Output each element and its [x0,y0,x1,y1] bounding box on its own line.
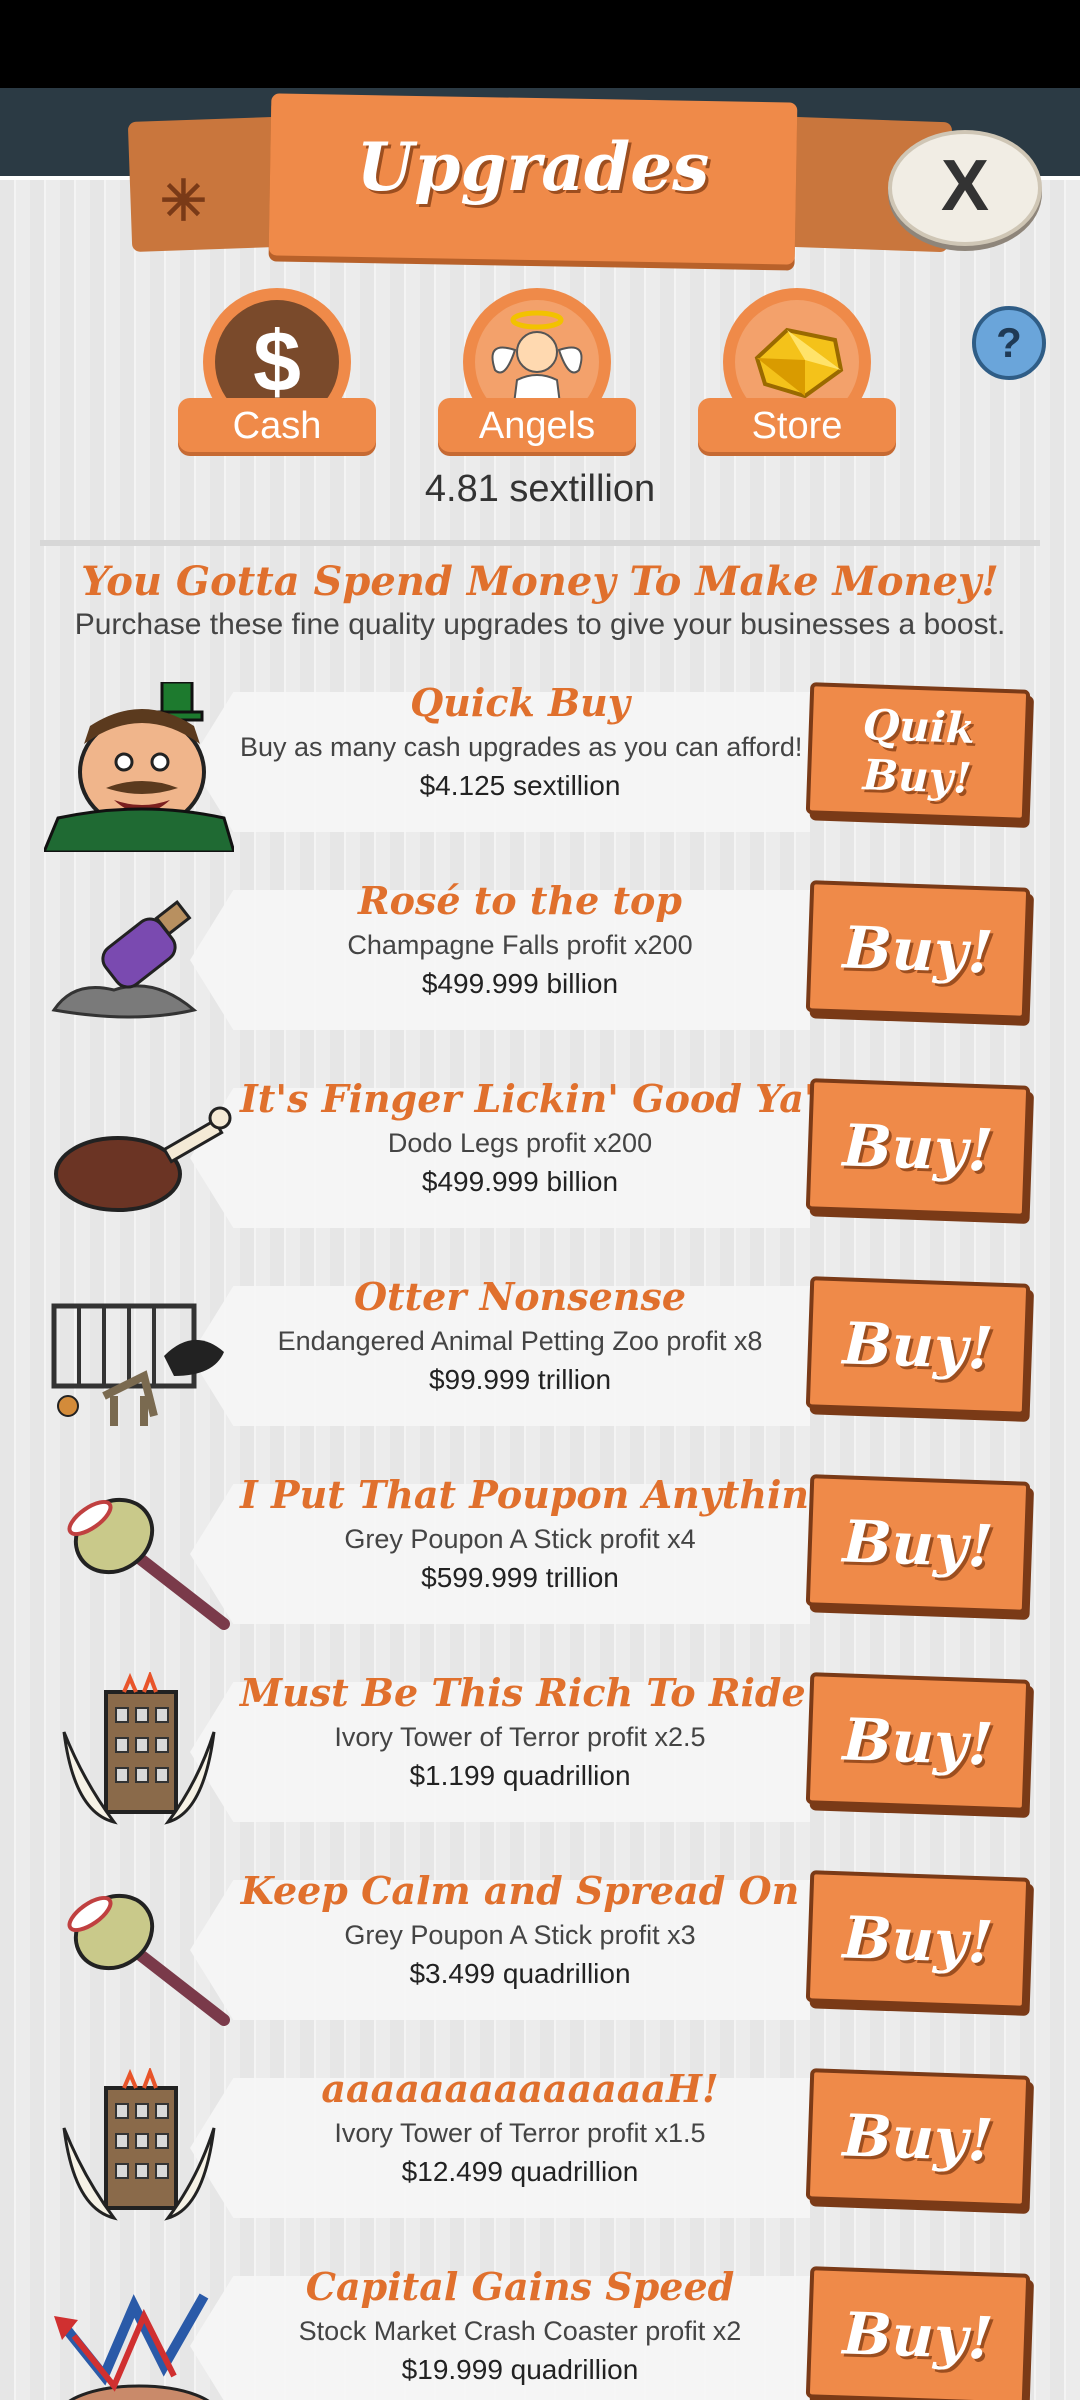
ivory-tower-icon [44,1670,234,1832]
buy-button[interactable]: Buy! [805,880,1031,1020]
upgrade-name: Must Be This Rich To Ride [240,1670,806,1715]
section-subline: Purchase these fine quality upgrades to … [74,608,1006,641]
upgrade-description: Grey Poupon A Stick profit x4 [344,1524,696,1554]
upgrade-name: Rosé to the top [358,878,682,923]
balance-display: 4.81 sextillion [424,468,656,510]
buy-button[interactable]: Buy! [805,1078,1031,1218]
tab-cash[interactable]: $ Cash [178,288,378,458]
upgrade-price: $599.999 trillion [421,1562,619,1593]
upgrade-name: Keep Calm and Spread On [240,1868,800,1913]
quick-buy-button[interactable]: Quik Buy! [805,682,1031,822]
section-headline: You Gotta Spend Money To Make Money! [81,558,999,605]
upgrade-description: Champagne Falls profit x200 [347,930,693,960]
tycoon-icon [41,680,237,854]
tab-angels-label: Angels [438,398,636,452]
mustard-stick-icon [44,1870,234,2030]
status-bar [0,0,1080,88]
buy-button[interactable]: Buy! [805,2068,1031,2208]
upgrade-row: Capital Gains Speed Stock Market Crash C… [0,2252,1080,2400]
upgrade-price: $499.999 billion [421,1166,619,1197]
upgrade-description: Endangered Animal Petting Zoo profit x8 [277,1326,763,1356]
buy-button[interactable]: Buy! [805,2266,1031,2400]
upgrade-description: Ivory Tower of Terror profit x2.5 [334,1722,706,1752]
buy-button[interactable]: Buy! [805,1870,1031,2010]
upgrade-price: $12.499 quadrillion [401,2156,639,2187]
tab-store[interactable]: Store [698,288,898,458]
window-title: Upgrades [356,128,710,206]
upgrade-row: Must Be This Rich To Ride Ivory Tower of… [0,1658,1080,1848]
tab-store-label: Store [698,398,896,452]
upgrade-name: I Put That Poupon Anything! [240,1472,853,1517]
drumstick-icon [44,1078,234,1238]
upgrade-price: $19.999 quadrillion [401,2354,639,2385]
upgrade-row: Keep Calm and Spread On Grey Poupon A St… [0,1856,1080,2046]
buy-button[interactable]: Buy! [805,1474,1031,1614]
tab-angels[interactable]: Angels [438,288,638,458]
buy-button[interactable]: Buy! [805,1672,1031,1812]
ivory-tower-icon [44,2066,234,2228]
starburst-icon: ✳ [160,169,207,232]
upgrade-name: Capital Gains Speed [305,2264,735,2309]
upgrade-name: Quick Buy [410,680,630,725]
help-button[interactable]: ? [972,306,1046,380]
upgrade-price: $1.199 quadrillion [409,1760,631,1791]
upgrade-description: Dodo Legs profit x200 [387,1128,653,1158]
upgrade-row: Quick Buy Buy as many cash upgrades as y… [0,668,1080,858]
buy-button[interactable]: Buy! [805,1276,1031,1416]
upgrade-description: Ivory Tower of Terror profit x1.5 [334,2118,706,2148]
mustard-stick-icon [44,1474,234,1634]
upgrade-row: Otter Nonsense Endangered Animal Petting… [0,1262,1080,1452]
upgrade-name: Otter Nonsense [353,1274,687,1319]
upgrade-description: Buy as many cash upgrades as you can aff… [240,732,803,762]
upgrade-description: Stock Market Crash Coaster profit x2 [298,2316,742,2346]
upgrade-name: It's Finger Lickin' Good Ya'll [240,1076,845,1121]
upgrade-row: It's Finger Lickin' Good Ya'll Dodo Legs… [0,1064,1080,1254]
coaster-icon [44,2266,234,2400]
upgrade-price: $4.125 sextillion [419,770,621,801]
divider [40,540,1040,546]
tab-cash-label: Cash [178,398,376,452]
upgrade-row: aaaaaaaaaaaaaaH! Ivory Tower of Terror p… [0,2054,1080,2244]
upgrade-row: I Put That Poupon Anything! Grey Poupon … [0,1460,1080,1650]
bottle-icon [44,880,234,1040]
close-button[interactable]: X [888,130,1042,246]
zoo-cage-icon [44,1276,234,1436]
upgrade-price: $99.999 trillion [428,1364,612,1395]
upgrade-name: aaaaaaaaaaaaaaH! [321,2066,719,2111]
upgrade-row: Rosé to the top Champagne Falls profit x… [0,866,1080,1056]
upgrade-price: $3.499 quadrillion [409,1958,631,1989]
upgrade-price: $499.999 billion [421,968,619,999]
upgrade-description: Grey Poupon A Stick profit x3 [344,1920,696,1950]
